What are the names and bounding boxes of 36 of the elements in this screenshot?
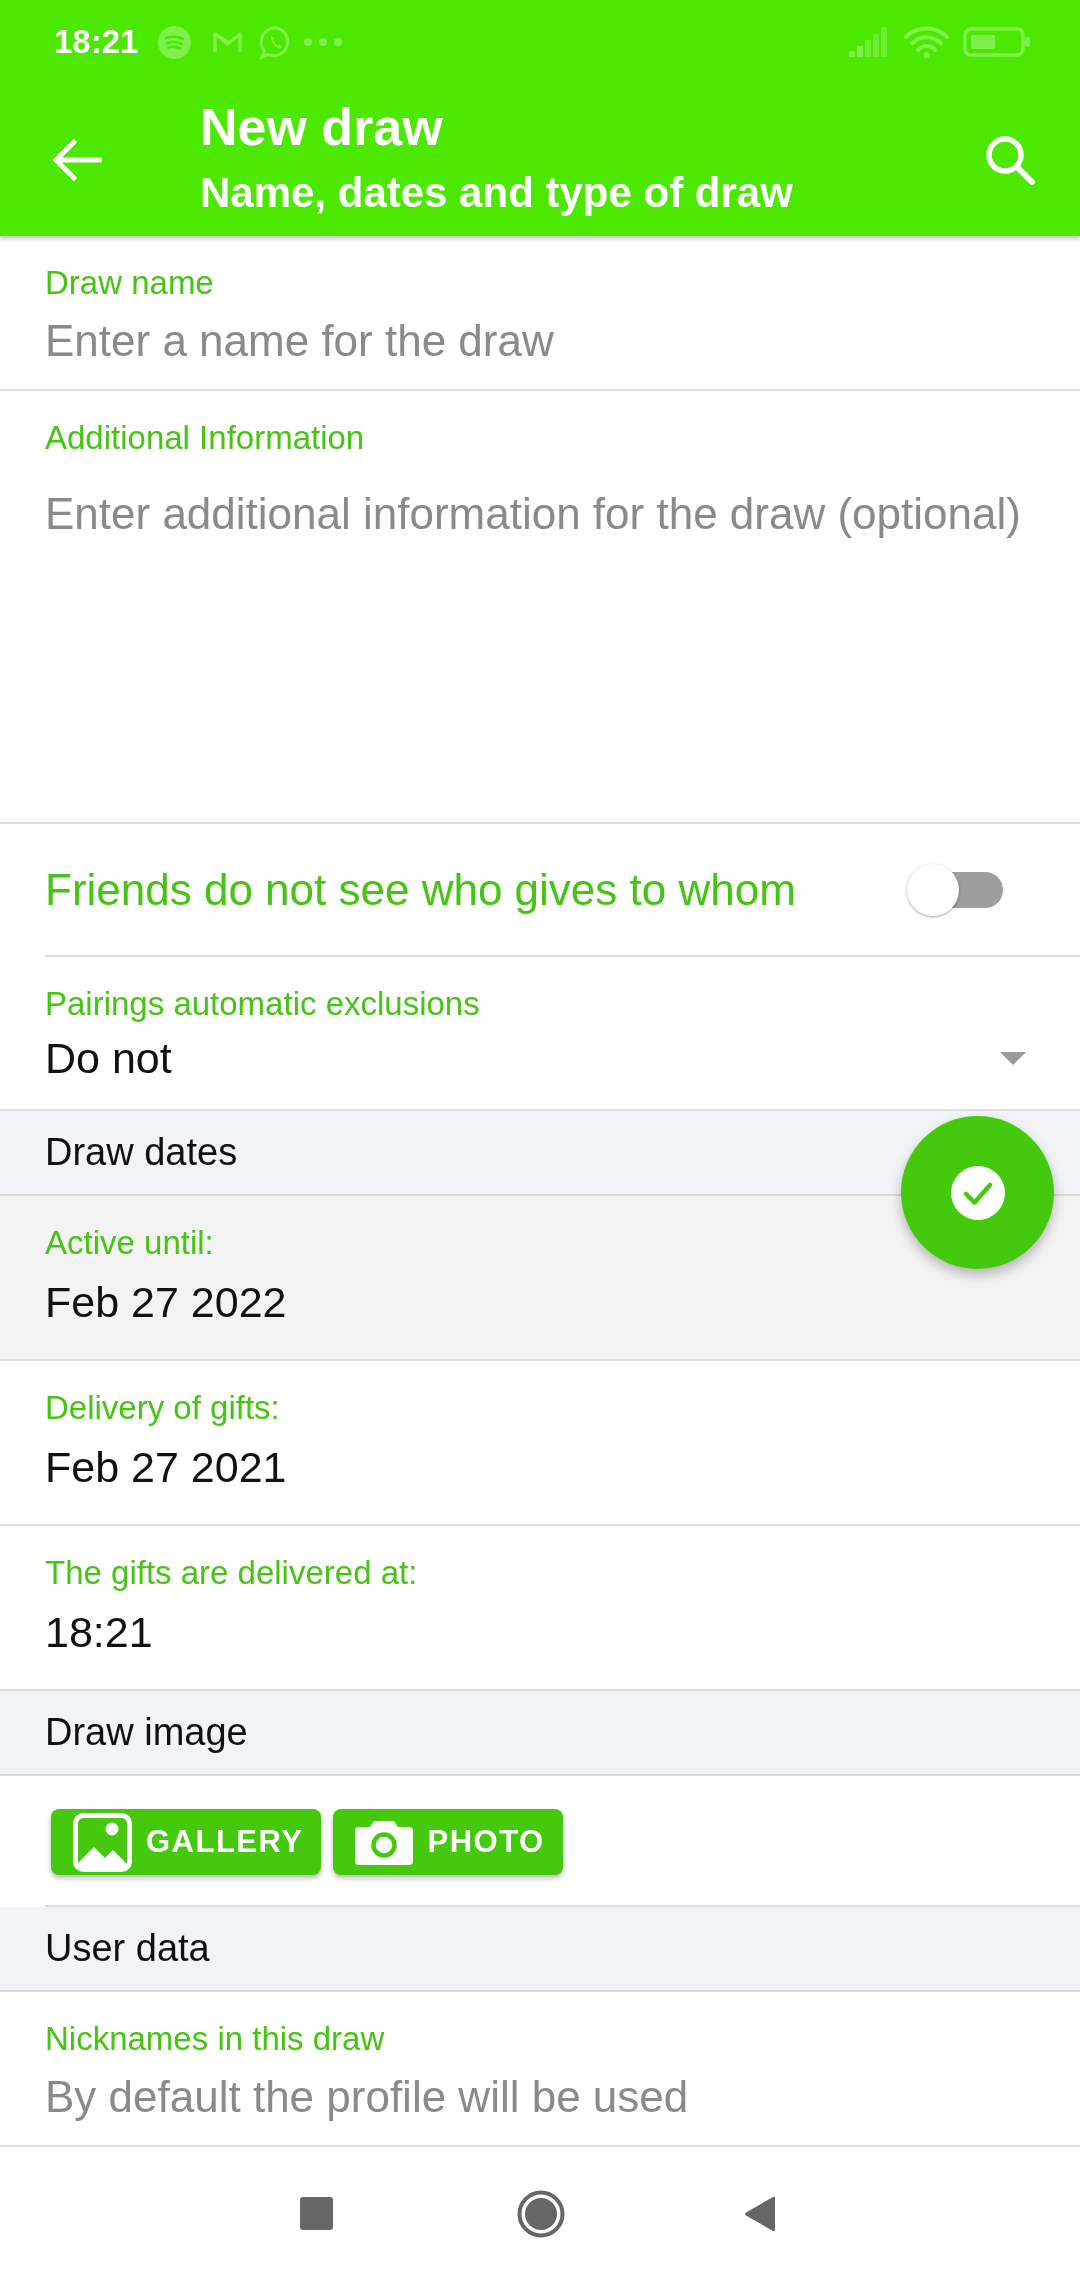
date-value: Feb 27 2022 [45, 1277, 287, 1328]
caret-icon [1000, 1051, 1026, 1065]
info-textarea[interactable]: Enter additional information for the draw (optional) [45, 488, 1075, 788]
name-input[interactable]: Enter a name for the draw [45, 312, 1055, 370]
battery-icon [963, 27, 1031, 57]
image-icon [73, 1812, 132, 1872]
wifi-icon [904, 26, 949, 58]
section-header: Draw image [0, 1691, 1080, 1776]
screen-subtitle: Name, dates and type of draw [200, 170, 793, 216]
camera-icon [355, 1819, 414, 1865]
field-label: Draw name [45, 263, 214, 303]
mail-icon [213, 30, 243, 54]
field-label: Pairings automatic exclusions [45, 984, 481, 1024]
field-label: The gifts are delivered at: [45, 1553, 418, 1593]
date-value: Feb 27 2021 [45, 1442, 287, 1493]
circle-icon[interactable] [517, 2189, 565, 2238]
section-header: User data [0, 1907, 1080, 1992]
field-label: Nicknames in this draw [45, 2019, 385, 2059]
field-label: Additional Information [45, 418, 365, 458]
date-value: 18:21 [45, 1607, 153, 1658]
search-icon[interactable] [984, 135, 1036, 185]
round-logo-icon [158, 25, 192, 59]
signal-icon [849, 27, 888, 57]
back-arrow-icon[interactable] [52, 139, 102, 181]
status-time: 18:21 [54, 22, 139, 62]
nickname-input[interactable]: By default the profile will be used [45, 2068, 1055, 2126]
field-label: Delivery of gifts: [45, 1388, 280, 1428]
switch-label: Friends do not see who gives to whom [45, 863, 796, 916]
screen-title: New draw [200, 98, 443, 156]
exclusions-dropdown[interactable]: Do not [45, 1030, 1080, 1086]
toggle-switch[interactable] [906, 862, 1003, 917]
field-label: Active until: [45, 1223, 214, 1263]
date-row[interactable]: Active until: Feb 27 2022 [0, 1196, 1080, 1361]
triangle-icon[interactable] [744, 2195, 777, 2232]
more-dots-icon [304, 38, 343, 46]
check-icon [950, 1165, 1005, 1220]
